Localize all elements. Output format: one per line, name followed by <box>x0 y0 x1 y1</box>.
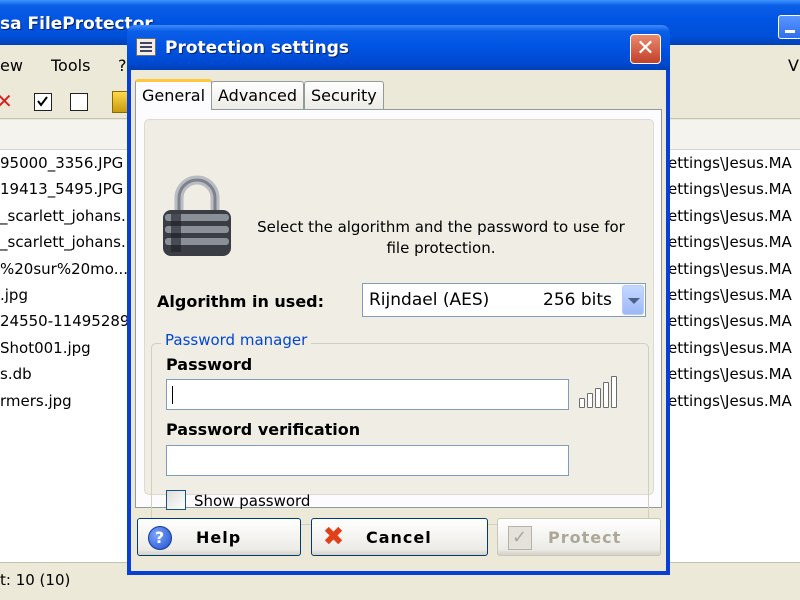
help-button[interactable]: ? Help <box>137 518 301 556</box>
dialog-title: Protection settings <box>165 38 350 58</box>
tab-advanced[interactable]: Advanced <box>211 81 305 109</box>
intro-line-2: file protection. <box>386 239 496 257</box>
password-label: Password <box>166 355 253 374</box>
file-path: ettings\Jesus.MA <box>668 206 792 225</box>
cancel-icon: ✖ <box>322 522 346 552</box>
key-icon[interactable] <box>112 91 128 113</box>
file-path: ettings\Jesus.MA <box>668 365 792 384</box>
menu-right-item[interactable]: V <box>788 56 799 75</box>
password-manager-legend: Password manager <box>161 331 312 349</box>
verification-label: Password verification <box>166 420 361 439</box>
tab-general[interactable]: General <box>135 79 213 110</box>
algorithm-select[interactable]: Rijndael (AES) 256 bits <box>362 283 646 317</box>
cancel-button-label: Cancel <box>366 528 432 547</box>
chevron-down-icon[interactable] <box>622 285 644 315</box>
minimize-icon <box>785 30 795 33</box>
file-name: _scarlett_johans... <box>0 206 136 225</box>
file-name: .jpg <box>0 285 28 304</box>
padlock-icon <box>163 175 231 256</box>
close-icon: ✕ <box>636 36 655 61</box>
file-path: ettings\Jesus.MA <box>668 233 792 252</box>
uncheck-all-icon[interactable] <box>70 93 88 111</box>
remove-icon[interactable]: ✕ <box>0 89 13 113</box>
file-path: ettings\Jesus.MA <box>668 180 792 199</box>
algorithm-label: Algorithm in used: <box>157 292 325 311</box>
protect-button[interactable]: ✓ Protect <box>497 518 661 556</box>
menu-help[interactable]: ? <box>118 56 127 75</box>
dialog-titlebar: Protection settings ✕ <box>127 25 670 70</box>
minimize-button[interactable] <box>778 15 800 39</box>
check-all-icon[interactable] <box>34 93 52 111</box>
help-button-label: Help <box>196 528 242 547</box>
status-text: t: 10 (10) <box>0 571 71 589</box>
help-icon: ? <box>148 526 172 550</box>
tab-security[interactable]: Security <box>304 81 384 109</box>
file-path: ettings\Jesus.MA <box>668 338 792 357</box>
password-verification-field[interactable] <box>166 445 569 476</box>
show-password-label: Show password <box>194 492 311 510</box>
close-button[interactable]: ✕ <box>630 34 661 64</box>
tab-security-label: Security <box>311 86 377 105</box>
checkmark-icon: ✓ <box>508 526 532 550</box>
password-field[interactable] <box>166 379 569 410</box>
algorithm-bits: 256 bits <box>543 290 612 310</box>
file-name: 19413_5495.JPG <box>0 180 124 199</box>
file-name: %20sur%20mo... <box>0 259 128 278</box>
menu-tools[interactable]: Tools <box>51 56 90 75</box>
file-name: Shot001.jpg <box>0 338 91 357</box>
menu-view[interactable]: ew <box>0 56 23 75</box>
file-name: 24550-11495289... <box>0 312 144 331</box>
settings-window-icon <box>136 38 156 56</box>
cancel-button[interactable]: ✖ Cancel <box>311 518 488 556</box>
protect-button-label: Protect <box>548 528 622 547</box>
file-name: _scarlett_johans... <box>0 233 136 252</box>
signal-strength-icon <box>579 374 625 408</box>
intro-text: Select the algorithm and the password to… <box>256 217 626 259</box>
file-path: ettings\Jesus.MA <box>668 259 792 278</box>
file-name: s.db <box>0 365 32 384</box>
dialog-body: General Advanced Security Select the alg… <box>131 70 666 571</box>
file-name: rmers.jpg <box>0 391 72 410</box>
file-path: ettings\Jesus.MA <box>668 285 792 304</box>
file-name: 95000_3356.JPG <box>0 154 124 172</box>
tab-general-label: General <box>142 86 206 105</box>
algorithm-name: Rijndael (AES) <box>369 290 490 310</box>
protection-settings-dialog: Protection settings ✕ General Advanced S… <box>127 25 670 575</box>
text-caret <box>172 386 173 404</box>
file-path: ettings\Jesus.MA <box>668 312 792 331</box>
file-path: ettings\Jesus.MA <box>668 391 792 410</box>
tab-advanced-label: Advanced <box>218 86 298 105</box>
intro-line-1: Select the algorithm and the password to… <box>257 218 625 236</box>
file-path: ettings\Jesus.MA <box>668 154 792 172</box>
show-password-checkbox[interactable] <box>166 490 186 510</box>
